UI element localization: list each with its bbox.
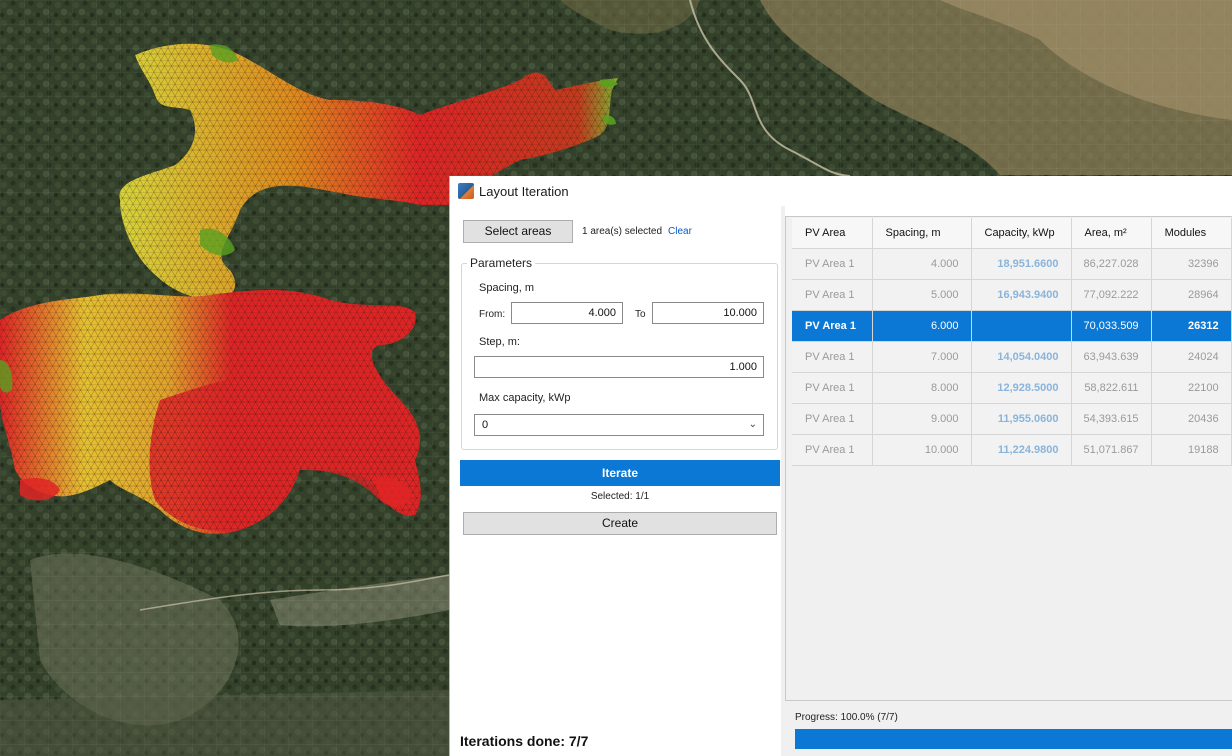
cell-spacing[interactable]: 5.000	[872, 279, 972, 311]
cell-spacing[interactable]: 8.000	[872, 372, 972, 404]
cell-area[interactable]: 51,071.867	[1071, 434, 1152, 466]
progress-label: Progress: 100.0% (7/7)	[795, 712, 898, 723]
cell-capacity[interactable]: 18,951.6600	[971, 248, 1072, 280]
column-header-capacity[interactable]: Capacity, kWp	[971, 218, 1072, 249]
cell-capacity[interactable]	[971, 310, 1072, 342]
table-row[interactable]: PV Area 1 8.000 12,928.5000 58,822.611 22100	[792, 372, 1232, 404]
cell-modules[interactable]: 28964	[1151, 279, 1232, 311]
layout-iteration-dialog: Layout Iteration Select areas 1 area(s) …	[449, 176, 1232, 756]
step-label: Step, m:	[479, 336, 520, 348]
cell-pv-area[interactable]: PV Area 1	[792, 279, 873, 311]
column-header-area[interactable]: Area, m²	[1071, 218, 1152, 249]
to-label: To	[635, 309, 646, 320]
cell-modules[interactable]: 26312	[1151, 310, 1232, 342]
results-table: PV Area Spacing, m Capacity, kWp Area, m…	[792, 218, 1232, 466]
cell-area[interactable]: 63,943.639	[1071, 341, 1152, 373]
cell-area[interactable]: 58,822.611	[1071, 372, 1152, 404]
cell-pv-area[interactable]: PV Area 1	[792, 403, 873, 435]
cell-pv-area[interactable]: PV Area 1	[792, 372, 873, 404]
create-button[interactable]: Create	[463, 512, 777, 535]
cell-spacing[interactable]: 10.000	[872, 434, 972, 466]
cell-capacity[interactable]: 16,943.9400	[971, 279, 1072, 311]
parameters-groupbox: Parameters Spacing, m From: 4.000 To 10.…	[461, 256, 778, 450]
spacing-label: Spacing, m	[479, 282, 535, 294]
cell-modules[interactable]: 32396	[1151, 248, 1232, 280]
cell-capacity[interactable]: 12,928.5000	[971, 372, 1072, 404]
column-header-pv-area[interactable]: PV Area	[792, 218, 873, 249]
iterations-done-text: Iterations done: 7/7	[460, 733, 589, 749]
cell-area[interactable]: 70,033.509	[1071, 310, 1152, 342]
cell-spacing[interactable]: 6.000	[872, 310, 972, 342]
column-header-modules[interactable]: Modules	[1151, 218, 1232, 249]
cell-pv-area[interactable]: PV Area 1	[792, 434, 873, 466]
select-areas-button[interactable]: Select areas	[463, 220, 573, 243]
progress-section: Progress: 100.0% (7/7)	[785, 701, 1232, 756]
table-row[interactable]: PV Area 1 7.000 14,054.0400 63,943.639 24024	[792, 341, 1232, 373]
results-grid-container: PV Area Spacing, m Capacity, kWp Area, m…	[785, 216, 1232, 701]
cell-modules[interactable]: 22100	[1151, 372, 1232, 404]
cell-area[interactable]: 77,092.222	[1071, 279, 1152, 311]
step-input[interactable]: 1.000	[474, 356, 764, 378]
cell-area[interactable]: 54,393.615	[1071, 403, 1152, 435]
spacing-from-input[interactable]: 4.000	[511, 302, 623, 324]
table-row[interactable]: PV Area 1 6.000 70,033.509 26312	[792, 310, 1232, 342]
cell-modules[interactable]: 19188	[1151, 434, 1232, 466]
spacing-to-input[interactable]: 10.000	[652, 302, 764, 324]
layout-iteration-app-icon	[458, 183, 474, 199]
cell-area[interactable]: 86,227.028	[1071, 248, 1152, 280]
chevron-down-icon[interactable]: ⌄	[749, 415, 757, 435]
iterate-button[interactable]: Iterate	[460, 460, 780, 486]
dialog-titlebar[interactable]: Layout Iteration	[450, 176, 1232, 206]
cell-pv-area[interactable]: PV Area 1	[792, 310, 873, 342]
progress-bar	[795, 729, 1232, 749]
clear-selection-link[interactable]: Clear	[668, 226, 692, 237]
cell-pv-area[interactable]: PV Area 1	[792, 248, 873, 280]
cell-capacity[interactable]: 11,224.9800	[971, 434, 1072, 466]
progress-bar-fill	[795, 729, 1232, 749]
selected-ratio-text: Selected: 1/1	[590, 491, 650, 502]
table-row[interactable]: PV Area 1 9.000 11,955.0600 54,393.615 20436	[792, 403, 1232, 435]
selected-areas-count: 1 area(s) selected	[582, 226, 663, 237]
parameters-legend: Parameters	[467, 256, 536, 270]
table-header-row: PV Area Spacing, m Capacity, kWp Area, m…	[792, 218, 1232, 249]
cell-modules[interactable]: 20436	[1151, 403, 1232, 435]
table-row[interactable]: PV Area 1 5.000 16,943.9400 77,092.222 28964	[792, 279, 1232, 311]
cell-spacing[interactable]: 4.000	[872, 248, 972, 280]
cell-pv-area[interactable]: PV Area 1	[792, 341, 873, 373]
cell-modules[interactable]: 24024	[1151, 341, 1232, 373]
max-capacity-select[interactable]: 0 ⌄	[474, 414, 764, 436]
max-capacity-value: 0	[482, 419, 489, 431]
cell-spacing[interactable]: 7.000	[872, 341, 972, 373]
from-label: From:	[479, 309, 506, 320]
column-header-spacing[interactable]: Spacing, m	[872, 218, 972, 249]
cell-capacity[interactable]: 14,054.0400	[971, 341, 1072, 373]
parameters-panel: Select areas 1 area(s) selected Clear Pa…	[450, 206, 781, 756]
table-row[interactable]: PV Area 1 10.000 11,224.9800 51,071.867 1918…	[792, 434, 1232, 466]
cell-spacing[interactable]: 9.000	[872, 403, 972, 435]
cell-capacity[interactable]: 11,955.0600	[971, 403, 1072, 435]
table-row[interactable]: PV Area 1 4.000 18,951.6600 86,227.028 32396	[792, 248, 1232, 280]
dialog-title: Layout Iteration	[479, 184, 569, 199]
max-capacity-label: Max capacity, kWp	[479, 392, 571, 404]
